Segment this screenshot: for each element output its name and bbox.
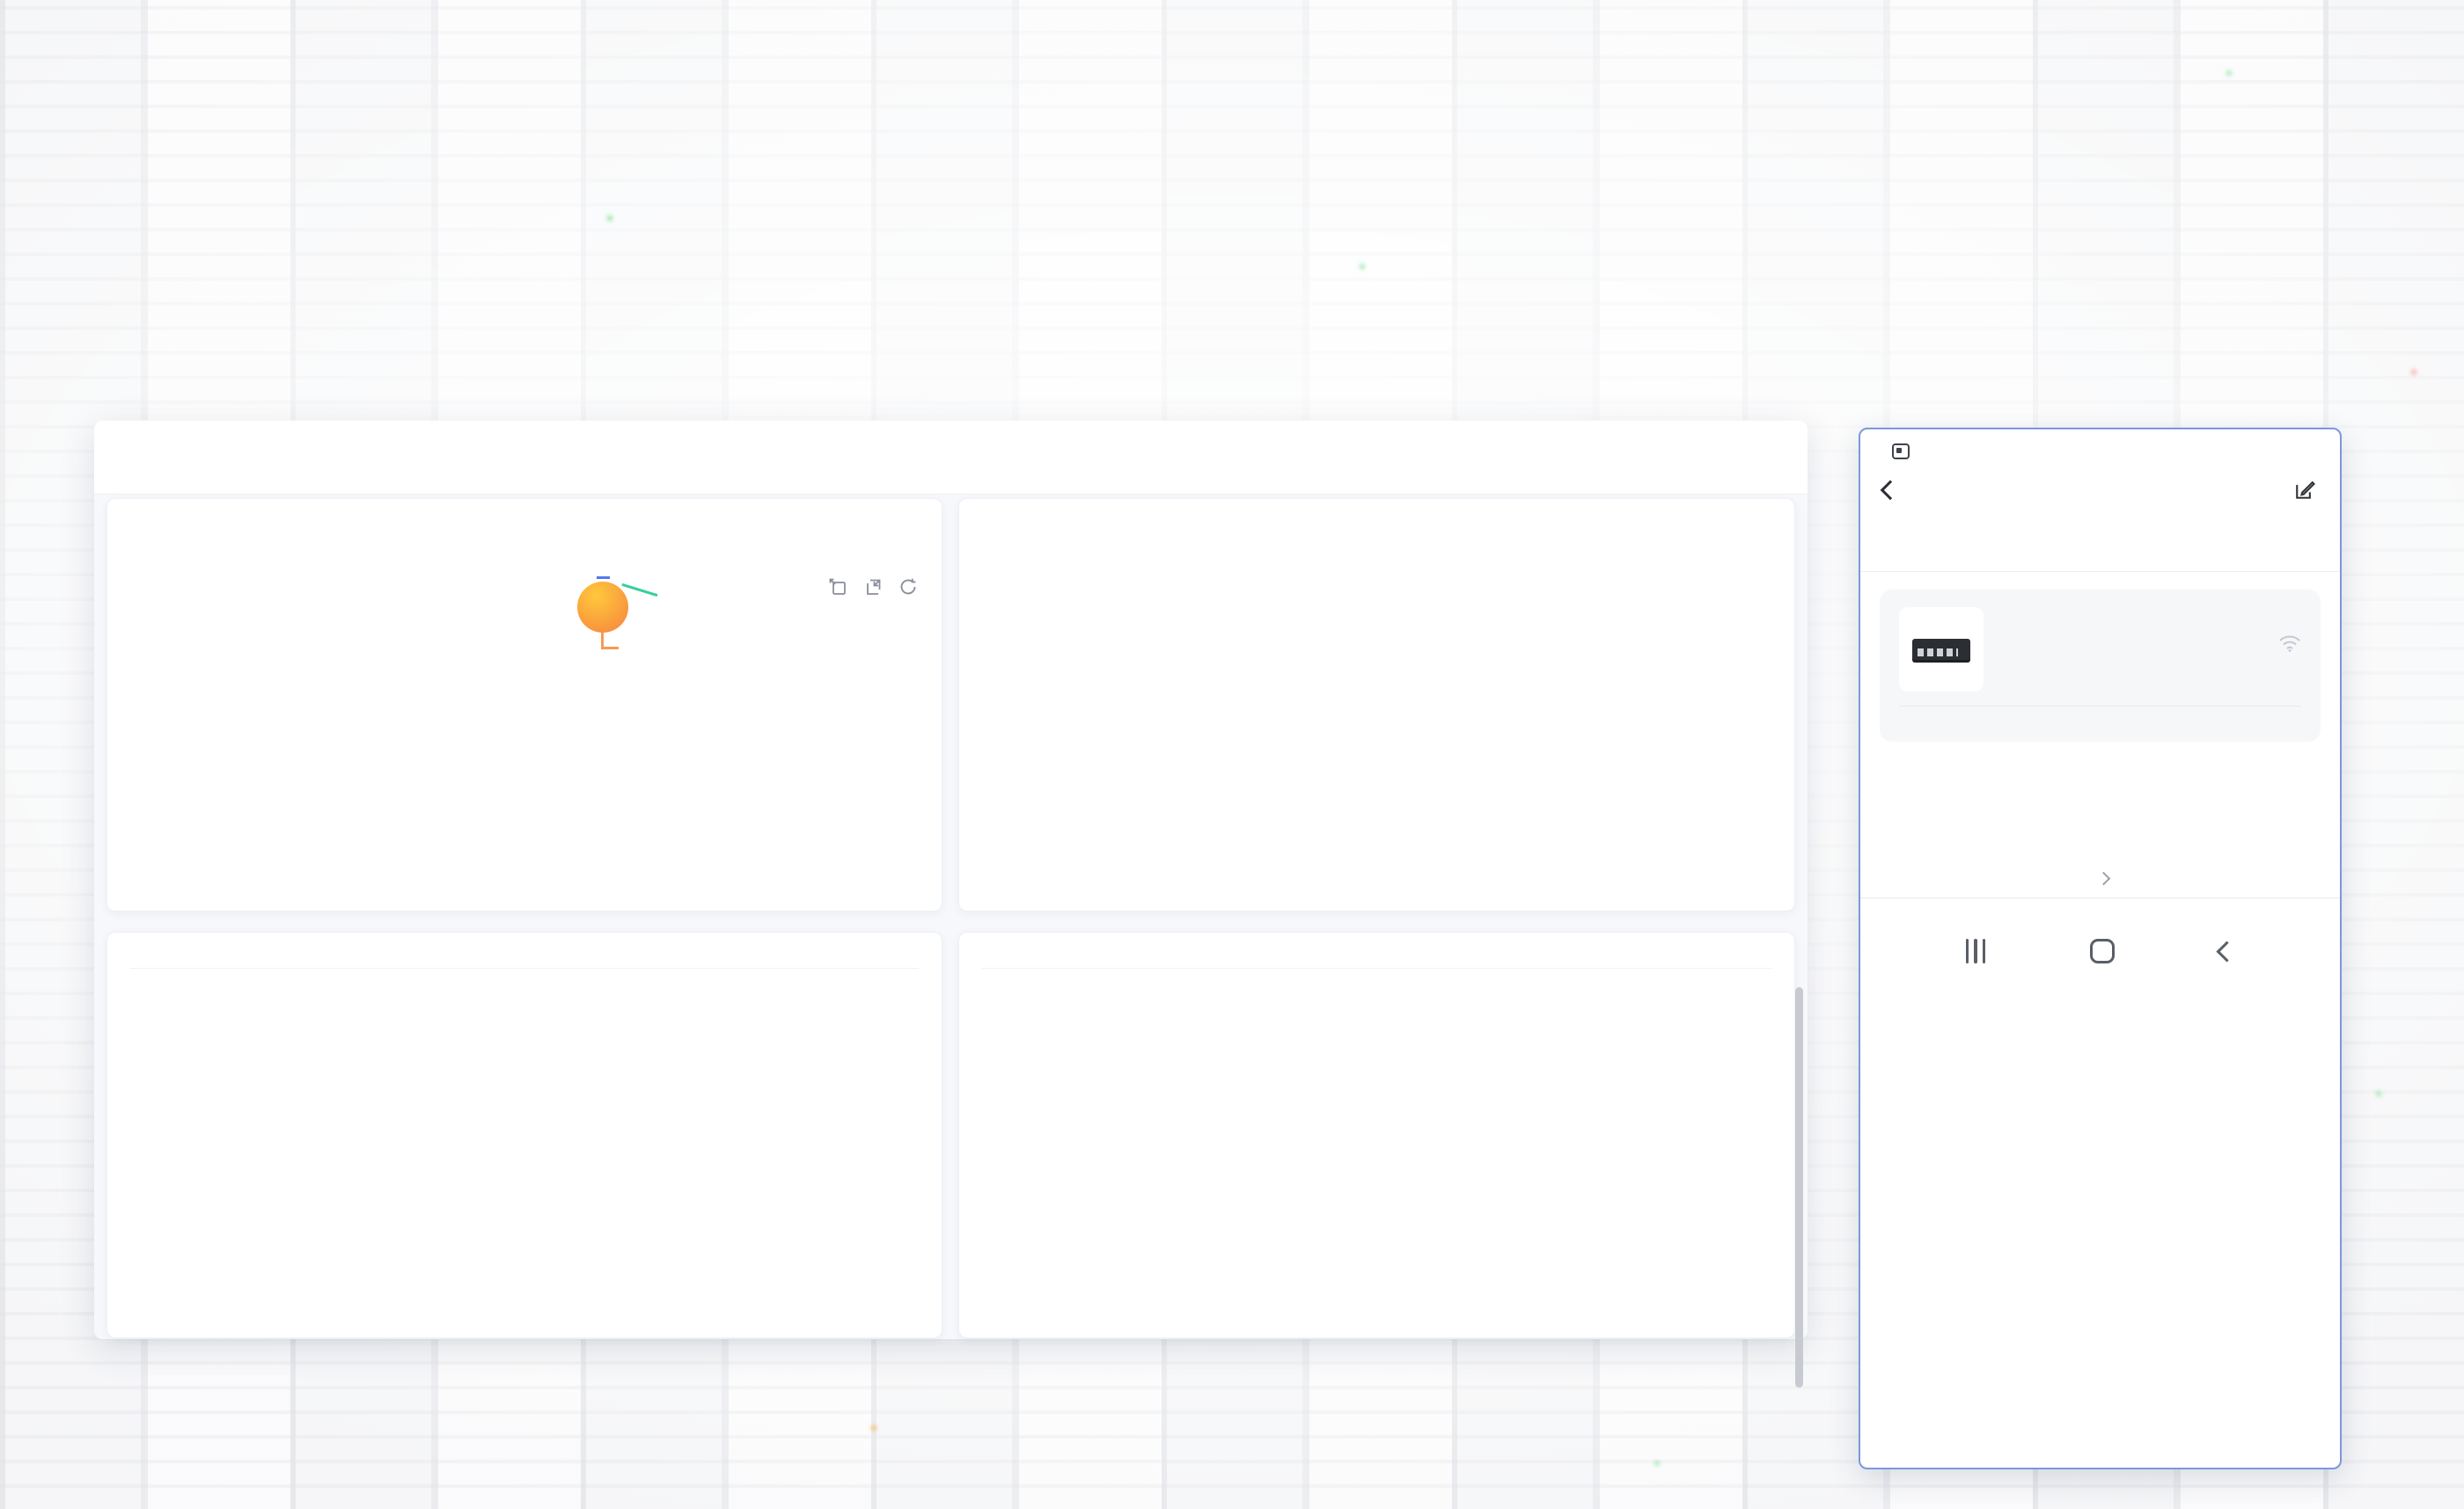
dashboard-nav [94, 421, 1808, 494]
flow-area-chart [1167, 601, 1792, 902]
alarm-type-panel [958, 932, 1795, 1338]
chevron-right-icon [2097, 872, 2111, 886]
pie-callout-dn-switch [622, 583, 658, 597]
mobile-title-bar [1860, 465, 2340, 516]
back-nav-icon[interactable] [2217, 941, 2238, 962]
alarm-level-panel [106, 932, 942, 1338]
device-card-right [2278, 607, 2301, 692]
mobile-tabs [1860, 516, 2340, 572]
area-zoom-icon[interactable] [827, 576, 848, 597]
server-panel [958, 498, 1795, 912]
collapse-legend-link[interactable] [1883, 874, 2317, 883]
devices-chart-toolbar [827, 576, 919, 597]
device-card-info [2001, 607, 2261, 692]
mobile-status-bar [1860, 429, 2340, 459]
devices-bar-chart [107, 622, 943, 912]
dashboard-body [94, 494, 1808, 1339]
alarm-type-line-chart [959, 1000, 1796, 1336]
dashboard-scrollbar[interactable] [1795, 987, 1803, 1388]
card-divider [1899, 706, 2301, 707]
alarm-level-bar-chart [107, 1000, 943, 1336]
ram-gauge [972, 740, 1174, 907]
cpu-gauge [972, 580, 1174, 747]
home-nav-icon[interactable] [2090, 939, 2115, 963]
back-icon[interactable] [1881, 480, 1901, 501]
switch-image-body [1912, 639, 1970, 660]
rack-led-dots [0, 0, 5, 5]
wifi-icon [2278, 634, 2301, 657]
devices-panel [106, 498, 942, 912]
device-card-top [1899, 607, 2301, 692]
dashboard-window [94, 421, 1808, 1339]
alarm-level-header [130, 952, 919, 969]
recents-icon[interactable] [1966, 939, 1986, 963]
edit-icon[interactable] [2292, 478, 2317, 502]
android-nav-bar [1860, 919, 2340, 983]
switch-image-ports [1918, 648, 1958, 656]
switch-product-image [1899, 607, 1984, 692]
page [0, 0, 2464, 1509]
action-buttons-row [1860, 898, 2340, 914]
refresh-icon[interactable] [898, 576, 919, 597]
pie-callout-switch [597, 576, 610, 579]
device-summary-card [1880, 590, 2321, 742]
alarm-type-header [982, 952, 1771, 969]
mobile-app-window [1859, 428, 2342, 1469]
port-info-section [1860, 773, 2340, 883]
screenshot-icon [1892, 443, 1910, 459]
restore-icon[interactable] [862, 576, 884, 597]
